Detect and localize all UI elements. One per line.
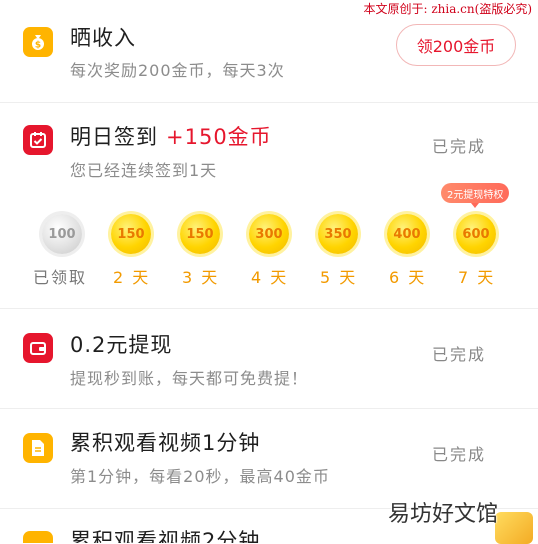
day-label: 6 天 (389, 268, 427, 287)
task-title: 明日签到 (70, 125, 158, 149)
coin-day-5: 350 (318, 214, 358, 254)
status-completed: 已完成 (432, 445, 487, 464)
task-description: 每次奖励200金币，每天3次 (70, 61, 285, 80)
coin-day-1: 100 (42, 214, 82, 254)
task-watch-video-1min: 累积观看视频1分钟 第1分钟，每看20秒，最高40金币 已完成 (0, 409, 538, 508)
task-description: 您已经连续签到1天 (70, 161, 218, 180)
task-title: 累积观看视频2分钟 (70, 529, 261, 543)
coin-day-7: 600 (456, 214, 496, 254)
day-label: 5 天 (320, 268, 358, 287)
money-bag-icon: $ (23, 27, 53, 57)
task-title: 累积观看视频1分钟 (70, 431, 261, 455)
wallet-icon (23, 333, 53, 363)
signin-bonus: +150金币 (166, 125, 272, 149)
document-icon (23, 531, 53, 543)
status-completed: 已完成 (432, 137, 487, 156)
day-label: 3 天 (182, 268, 220, 287)
signin-calendar: 100 150 150 300 350 400 600 已领取 2 天 3 天 … (0, 212, 538, 292)
task-title: 0.2元提现 (70, 333, 173, 357)
task-share-income: $ 晒收入 每次奖励200金币，每天3次 领200金币 (0, 0, 538, 102)
day-label: 已领取 (33, 268, 88, 287)
task-description: 第1分钟，每看20秒，最高40金币 (70, 467, 330, 486)
watermark-logo (495, 512, 533, 544)
coin-day-4: 300 (249, 214, 289, 254)
day-label: 2 天 (113, 268, 151, 287)
calendar-check-icon (23, 125, 53, 155)
task-description: 提现秒到账，每天都可免费提！ (70, 369, 309, 388)
claim-coins-button[interactable]: 领200金币 (396, 24, 516, 66)
coin-day-2: 150 (111, 214, 151, 254)
document-icon (23, 433, 53, 463)
watermark-text: 易坊好文馆 (388, 502, 499, 527)
signin-title: 明日签到 +150金币 (70, 121, 272, 151)
status-completed: 已完成 (432, 345, 487, 364)
coin-day-3: 150 (180, 214, 220, 254)
svg-text:$: $ (35, 41, 41, 51)
task-title: 晒收入 (70, 26, 136, 50)
day-label: 4 天 (251, 268, 289, 287)
day-label: 7 天 (458, 268, 496, 287)
coin-day-6: 400 (387, 214, 427, 254)
task-withdraw: 0.2元提现 提现秒到账，每天都可免费提！ 已完成 (0, 309, 538, 408)
reward-tooltip: 2元提现特权 (441, 183, 510, 208)
